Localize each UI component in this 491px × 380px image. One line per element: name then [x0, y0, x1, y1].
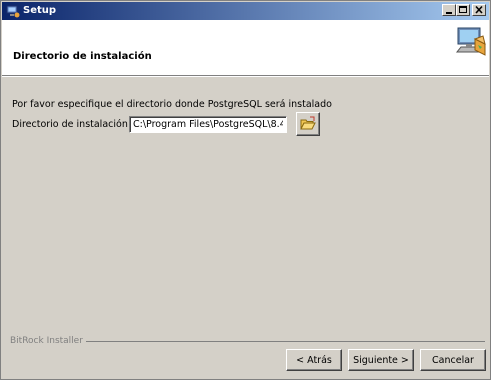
title-bar[interactable]: Setup — [2, 2, 489, 20]
close-icon — [475, 5, 483, 14]
installer-computer-icon — [455, 27, 486, 56]
maximize-icon — [459, 6, 467, 13]
footer-separator — [39, 341, 485, 342]
open-folder-icon — [300, 116, 316, 130]
next-button[interactable]: Siguiente > — [348, 349, 414, 371]
close-button[interactable] — [472, 4, 486, 16]
setup-app-icon — [6, 5, 20, 18]
intro-text: Por favor especifique el directorio dond… — [12, 99, 332, 110]
installer-branding: BitRock Installer — [10, 336, 86, 346]
header-divider — [2, 76, 489, 77]
cancel-button[interactable]: Cancelar — [420, 349, 486, 371]
window-title: Setup — [23, 5, 57, 16]
install-dir-label: Directorio de instalación — [12, 119, 128, 130]
minimize-button[interactable] — [442, 4, 456, 16]
back-button[interactable]: < Atrás — [286, 349, 342, 371]
install-dir-input[interactable] — [129, 116, 287, 133]
minimize-icon — [446, 12, 452, 14]
browse-folder-button[interactable] — [296, 112, 320, 136]
header-panel: Directorio de instalación — [2, 20, 489, 76]
setup-window: Setup Directorio de instalación Por favo… — [0, 0, 491, 380]
page-heading: Directorio de instalación — [13, 51, 152, 62]
maximize-button[interactable] — [456, 4, 470, 16]
